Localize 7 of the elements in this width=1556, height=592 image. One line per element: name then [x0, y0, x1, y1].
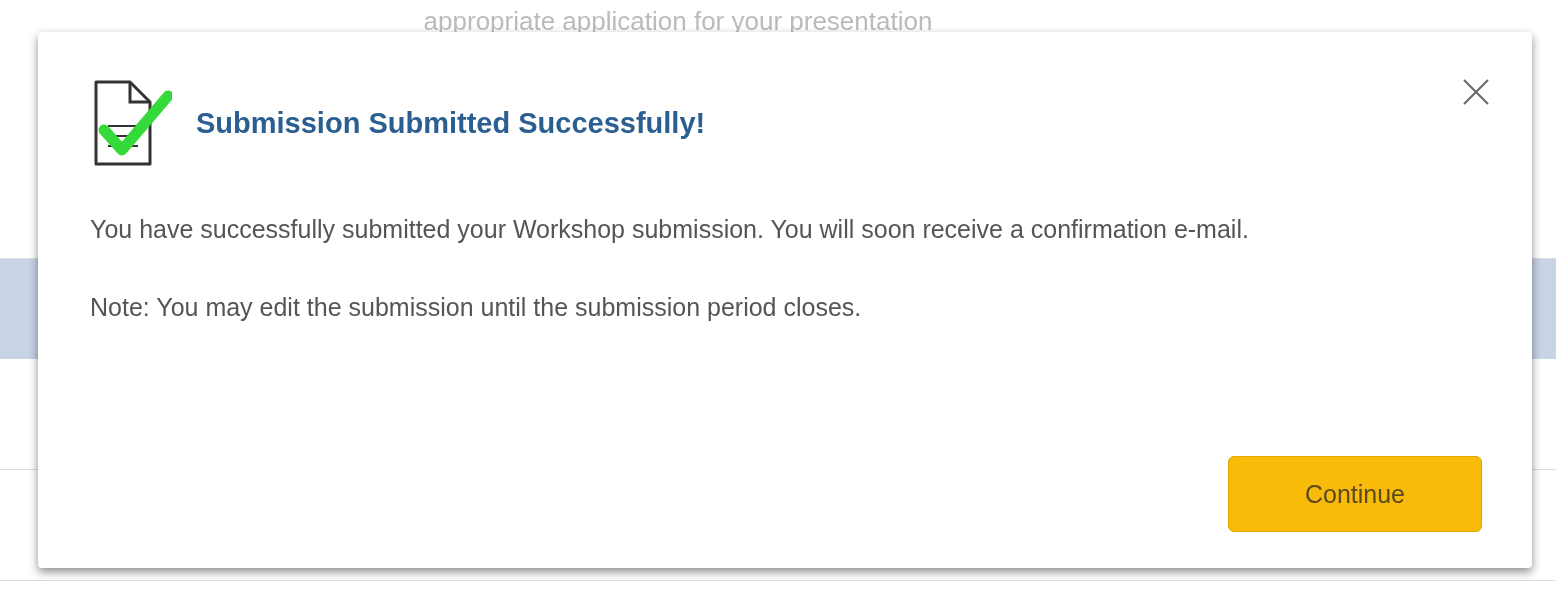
- message-text: Note: You may edit the submission until the submission period closes.: [90, 292, 863, 323]
- message-text: You have successfully submitted your Workshop submission. You will soon receive a confirmation e-mail.: [90, 214, 1250, 245]
- background-text: appropriate application for your presentation: [423, 6, 933, 37]
- dialog-title: Submission Submitted Successfully!: [196, 106, 706, 140]
- continue-button[interactable]: Continue: [1228, 456, 1482, 532]
- close-icon[interactable]: [1462, 78, 1490, 106]
- document-check-icon: [92, 78, 172, 168]
